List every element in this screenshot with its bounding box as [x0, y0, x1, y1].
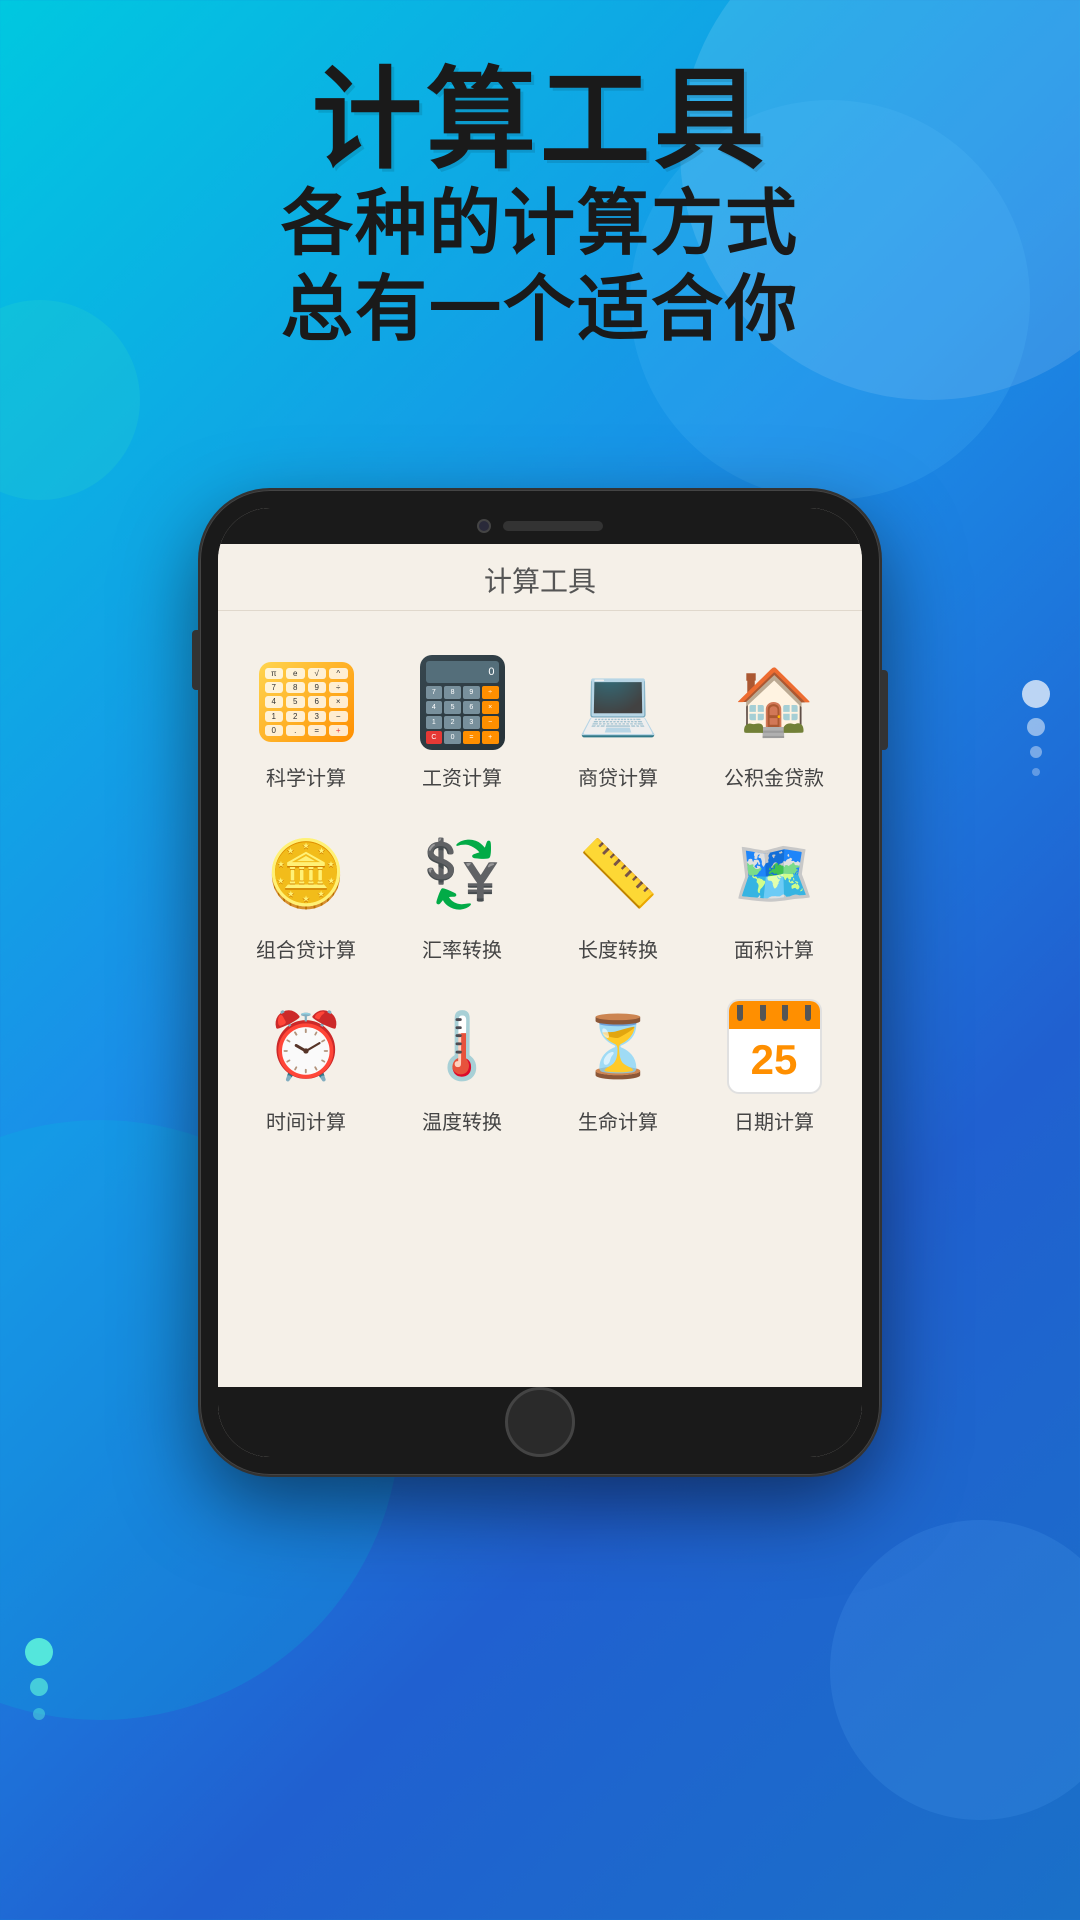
- fund-loan-label: 公积金贷款: [724, 767, 824, 791]
- app-grid: πe√^ 789÷ 456× 123− 0.=+ 科学计算 0: [218, 611, 862, 1167]
- time-calc-icon: ⏰: [251, 991, 361, 1101]
- phone-notch: [218, 508, 862, 544]
- app-item-time-calc[interactable]: ⏰ 时间计算: [228, 975, 384, 1147]
- temp-convert-icon: 🌡️: [407, 991, 517, 1101]
- salary-calc-icon: 0 789÷ 456× 123− C0=+: [407, 647, 517, 757]
- header-line3: 总有一个适合你: [0, 267, 1080, 353]
- phone-screen: 计算工具 πe√^ 789÷ 456× 123− 0.=+ 科: [218, 508, 862, 1457]
- app-item-life-calc[interactable]: ⏳ 生命计算: [540, 975, 696, 1147]
- app-item-date-calc[interactable]: 25 日期计算: [696, 975, 852, 1147]
- app-item-sci-calc[interactable]: πe√^ 789÷ 456× 123− 0.=+ 科学计算: [228, 631, 384, 803]
- life-calc-label: 生命计算: [578, 1111, 658, 1135]
- dots-decoration-left: [25, 1638, 53, 1720]
- life-calc-icon: ⏳: [563, 991, 673, 1101]
- currency-exchange-label: 汇率转换: [422, 939, 502, 963]
- phone-mockup: 计算工具 πe√^ 789÷ 456× 123− 0.=+ 科: [200, 490, 880, 1475]
- currency-exchange-icon: 💱: [407, 819, 517, 929]
- app-item-combo-loan[interactable]: 🪙 组合贷计算: [228, 803, 384, 975]
- app-item-commercial-loan[interactable]: 💻 商贷计算: [540, 631, 696, 803]
- area-calc-icon: 🗺️: [719, 819, 829, 929]
- speaker-grille: [503, 521, 603, 531]
- app-item-area-calc[interactable]: 🗺️ 面积计算: [696, 803, 852, 975]
- phone-outer-shell: 计算工具 πe√^ 789÷ 456× 123− 0.=+ 科: [200, 490, 880, 1475]
- fund-loan-icon: 🏠: [719, 647, 829, 757]
- header-section: 计算工具 各种的计算方式 总有一个适合你: [0, 60, 1080, 354]
- combo-loan-label: 组合贷计算: [256, 939, 356, 963]
- app-item-temp-convert[interactable]: 🌡️ 温度转换: [384, 975, 540, 1147]
- length-convert-label: 长度转换: [578, 939, 658, 963]
- time-calc-label: 时间计算: [266, 1111, 346, 1135]
- length-convert-icon: 📏: [563, 819, 673, 929]
- app-titlebar: 计算工具: [218, 544, 862, 611]
- front-camera: [477, 519, 491, 533]
- dots-decoration-right: [1022, 680, 1050, 776]
- phone-home-area: [218, 1387, 862, 1457]
- temp-convert-label: 温度转换: [422, 1111, 502, 1135]
- area-calc-label: 面积计算: [734, 939, 814, 963]
- app-title-text: 计算工具: [484, 566, 596, 597]
- app-item-salary-calc[interactable]: 0 789÷ 456× 123− C0=+ 工资计算: [384, 631, 540, 803]
- date-calc-label: 日期计算: [734, 1111, 814, 1135]
- commercial-loan-label: 商贷计算: [578, 767, 658, 791]
- calendar-number: 25: [729, 1029, 820, 1092]
- bg-decoration-4: [830, 1520, 1080, 1820]
- salary-calc-label: 工资计算: [422, 767, 502, 791]
- header-line2: 各种的计算方式: [0, 181, 1080, 267]
- sci-calc-icon: πe√^ 789÷ 456× 123− 0.=+: [251, 647, 361, 757]
- app-item-length-convert[interactable]: 📏 长度转换: [540, 803, 696, 975]
- home-button[interactable]: [505, 1387, 575, 1457]
- phone-bottom-empty: [218, 1167, 862, 1387]
- header-line1: 计算工具: [0, 60, 1080, 181]
- sci-calc-label: 科学计算: [266, 767, 346, 791]
- date-calc-icon: 25: [719, 991, 829, 1101]
- app-item-currency-exchange[interactable]: 💱 汇率转换: [384, 803, 540, 975]
- combo-loan-icon: 🪙: [251, 819, 361, 929]
- app-item-fund-loan[interactable]: 🏠 公积金贷款: [696, 631, 852, 803]
- commercial-loan-icon: 💻: [563, 647, 673, 757]
